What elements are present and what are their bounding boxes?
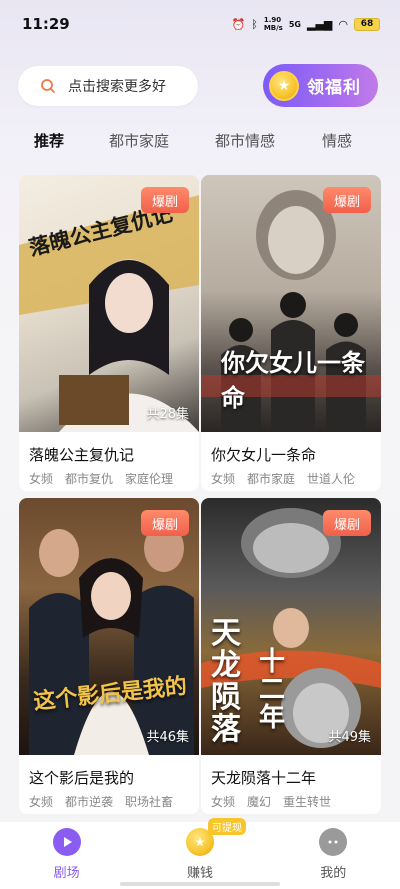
- poster-title-right: 十二年: [259, 647, 286, 733]
- tag: 女频: [211, 795, 236, 809]
- status-time: 11:29: [22, 15, 70, 33]
- drama-poster[interactable]: 天龙陨落 十二年 爆剧 共49集: [201, 498, 381, 755]
- hot-badge: 爆剧: [141, 187, 189, 213]
- tag: 女频: [211, 472, 236, 486]
- tab-emotion[interactable]: 情感: [322, 130, 352, 151]
- home-indicator[interactable]: [120, 882, 280, 886]
- tab-urban-romance[interactable]: 都市情感: [215, 130, 275, 151]
- drama-tags: 女频 都市逆袭 职场社畜: [29, 793, 173, 810]
- search-placeholder: 点击搜索更多好: [68, 79, 166, 95]
- nav-label: 赚钱: [186, 866, 213, 881]
- drama-card[interactable]: 你欠女儿一条命 爆剧 你欠女儿一条命 女频 都市家庭 世道人伦: [201, 175, 381, 491]
- signal-icon: ▂▄▆: [307, 17, 333, 31]
- hot-badge: 爆剧: [323, 510, 371, 536]
- signal-5g-label: 5G: [288, 19, 301, 29]
- drama-title[interactable]: 落魄公主复仇记: [29, 444, 134, 465]
- poster-illustration: [29, 524, 194, 755]
- search-input[interactable]: 点击搜索更多好: [18, 66, 198, 106]
- episode-count: 共46集: [146, 730, 189, 745]
- play-icon: [52, 828, 81, 856]
- drama-tags: 女频 都市复仇 家庭伦理: [29, 470, 173, 487]
- drama-title[interactable]: 这个影后是我的: [29, 767, 134, 788]
- tab-urban-family[interactable]: 都市家庭: [109, 130, 169, 151]
- coin-icon: ★: [269, 70, 299, 101]
- net-speed: 1.90 MB/s: [263, 16, 283, 32]
- drama-poster[interactable]: 你欠女儿一条命 爆剧: [201, 175, 381, 432]
- drama-title[interactable]: 天龙陨落十二年: [211, 767, 316, 788]
- nav-label: 剧场: [53, 866, 80, 881]
- drama-card[interactable]: 这个影后是我的 爆剧 共46集 这个影后是我的 女频 都市逆袭 职场社畜: [19, 498, 199, 814]
- profile-icon: [319, 828, 348, 856]
- drama-card[interactable]: 落魄公主复仇记 爆剧 共28集 落魄公主复仇记 女频 都市复仇 家庭伦理: [19, 175, 199, 491]
- alarm-icon: ⏰: [231, 17, 246, 31]
- tag: 女频: [29, 472, 54, 486]
- tag: 重生转世: [283, 795, 332, 809]
- withdraw-tag: 可提现: [207, 818, 246, 835]
- poster-image: [19, 498, 199, 755]
- poster-title-left: 天龙陨落: [211, 616, 241, 747]
- drama-poster[interactable]: 落魄公主复仇记 爆剧 共28集: [19, 175, 199, 432]
- hot-badge: 爆剧: [323, 187, 371, 213]
- drama-poster[interactable]: 这个影后是我的 爆剧 共46集: [19, 498, 199, 755]
- nav-theater[interactable]: 剧场: [17, 828, 117, 881]
- tab-recommend[interactable]: 推荐: [34, 130, 64, 151]
- bluetooth-icon: ᛒ: [251, 17, 258, 31]
- drama-tags: 女频 都市家庭 世道人伦: [211, 470, 355, 487]
- category-tabs: 推荐 都市家庭 都市情感 情感: [0, 126, 400, 156]
- tag: 职场社畜: [125, 795, 174, 809]
- bottom-nav: 剧场 可提现 ★ 赚钱 我的: [0, 818, 400, 889]
- episode-count: 共49集: [328, 730, 371, 745]
- poster-title: 你欠女儿一条命: [221, 349, 365, 412]
- tag: 女频: [29, 795, 54, 809]
- reward-button-label: 领福利: [307, 78, 361, 98]
- tag: 魔幻: [247, 795, 272, 809]
- nav-label: 我的: [320, 866, 347, 881]
- tag: 家庭伦理: [125, 472, 174, 486]
- episode-count: 共28集: [146, 407, 189, 422]
- reward-button[interactable]: ★ 领福利: [263, 64, 378, 107]
- tag: 都市逆袭: [65, 795, 114, 809]
- drama-title[interactable]: 你欠女儿一条命: [211, 444, 316, 465]
- nav-profile[interactable]: 我的: [283, 828, 383, 881]
- nav-earn[interactable]: 可提现 ★ 赚钱: [150, 818, 250, 881]
- hot-badge: 爆剧: [141, 510, 189, 536]
- tag: 都市复仇: [65, 472, 114, 486]
- search-icon: [41, 79, 55, 93]
- drama-tags: 女频 魔幻 重生转世: [211, 793, 331, 810]
- status-bar: 11:29 ⏰ ᛒ 1.90 MB/s 5G ▂▄▆ ◠ 68: [0, 0, 400, 48]
- battery-indicator: 68: [354, 17, 380, 31]
- drama-card[interactable]: 天龙陨落 十二年 爆剧 共49集 天龙陨落十二年 女频 魔幻 重生转世: [201, 498, 381, 814]
- wifi-icon: ◠: [338, 17, 348, 31]
- tag: 世道人伦: [307, 472, 356, 486]
- status-icons: ⏰ ᛒ 1.90 MB/s 5G ▂▄▆ ◠ 68: [232, 16, 380, 32]
- tag: 都市家庭: [247, 472, 296, 486]
